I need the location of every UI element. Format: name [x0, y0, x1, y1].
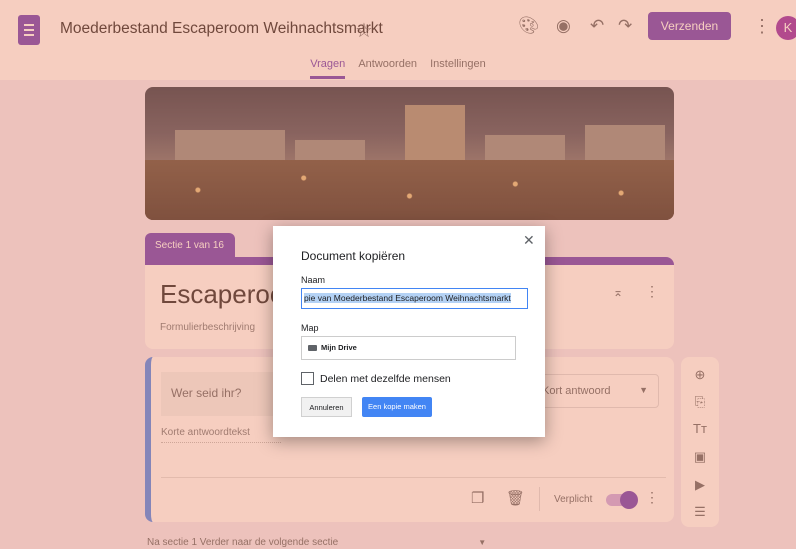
- folder-select[interactable]: Mijn Drive: [301, 336, 516, 360]
- make-copy-button[interactable]: Een kopie maken: [362, 397, 432, 417]
- folder-value: Mijn Drive: [321, 343, 357, 352]
- cancel-button[interactable]: Annuleren: [301, 397, 352, 417]
- name-input-value: pie van Moederbestand Escaperoom Weihnac…: [304, 293, 511, 303]
- folder-label: Map: [301, 323, 319, 333]
- folder-icon: [308, 345, 317, 352]
- dialog-title: Document kopiëren: [301, 249, 406, 263]
- share-checkbox[interactable]: [301, 372, 314, 385]
- name-input[interactable]: pie van Moederbestand Escaperoom Weihnac…: [301, 288, 528, 309]
- name-label: Naam: [301, 275, 326, 285]
- close-icon[interactable]: ✕: [523, 232, 535, 249]
- copy-document-dialog: ✕ Document kopiëren Naam pie van Moederb…: [273, 226, 545, 437]
- share-checkbox-label[interactable]: Delen met dezelfde mensen: [320, 373, 451, 385]
